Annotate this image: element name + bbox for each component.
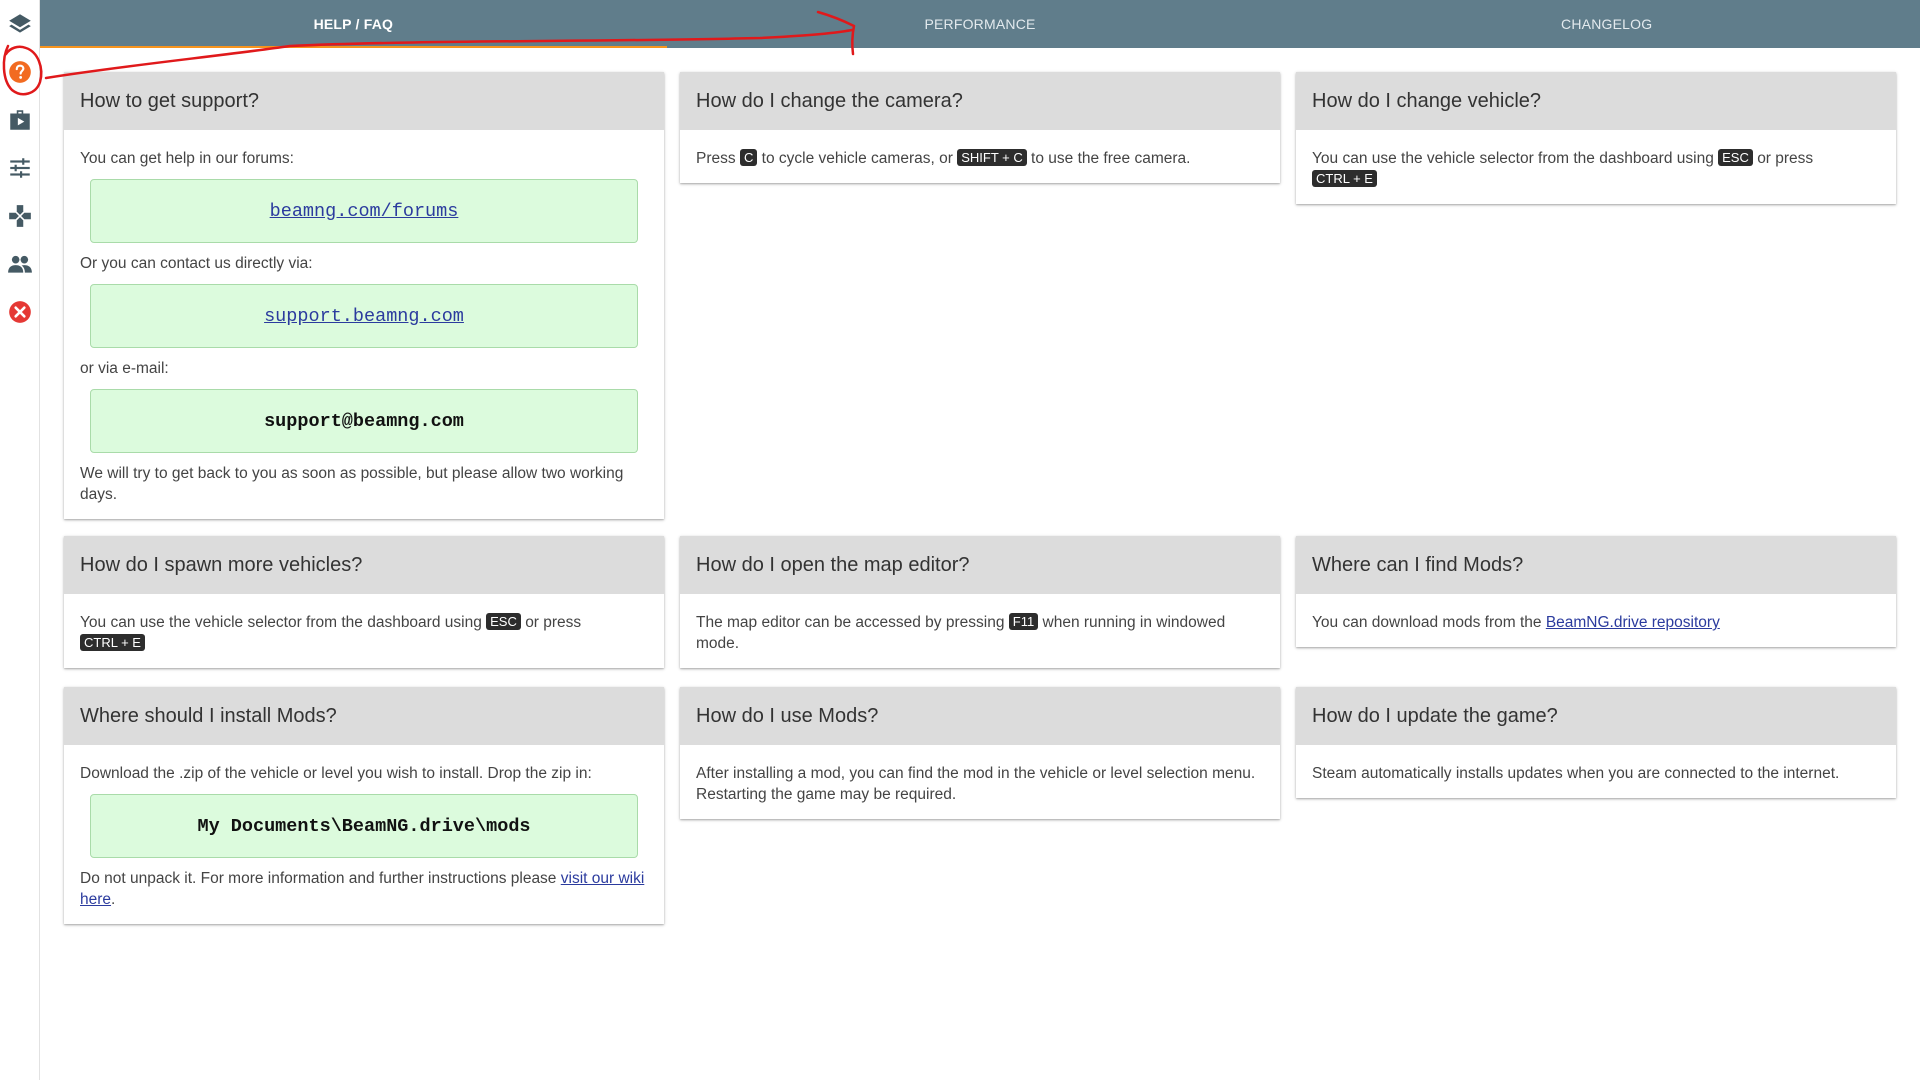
card-body: You can get help in our forums: beamng.c… xyxy=(64,130,664,519)
tab-changelog[interactable]: CHANGELOG xyxy=(1293,0,1920,48)
key-esc: ESC xyxy=(1718,149,1753,166)
repository-link[interactable]: BeamNG.drive repository xyxy=(1546,614,1720,631)
card-body: Press C to cycle vehicle cameras, or SHI… xyxy=(680,130,1280,183)
sidebar-play-button[interactable] xyxy=(4,104,36,136)
camera-text-part: to use the free camera. xyxy=(1031,150,1191,167)
support-footer-text: We will try to get back to you as soon a… xyxy=(80,465,624,503)
findmods-text: You can download mods from the BeamNG.dr… xyxy=(1312,612,1880,633)
install-footer-text: Do not unpack it. For more information a… xyxy=(80,868,648,910)
card-body: You can use the vehicle selector from th… xyxy=(1296,130,1896,204)
sidebar-social-button[interactable] xyxy=(4,248,36,280)
card-map-editor: How do I open the map editor? The map ed… xyxy=(680,536,1280,668)
card-title: How do I use Mods? xyxy=(680,687,1280,745)
key-esc: ESC xyxy=(486,613,521,630)
app-root: HELP / FAQ PERFORMANCE CHANGELOG How to … xyxy=(0,0,1920,1080)
usemods-text: After installing a mod, you can find the… xyxy=(696,765,1256,803)
update-text: Steam automatically installs updates whe… xyxy=(1312,765,1840,782)
card-update-game: How do I update the game? Steam automati… xyxy=(1296,687,1896,798)
help-icon xyxy=(9,61,31,83)
install-footer-part: . xyxy=(111,891,116,908)
editor-text: The map editor can be accessed by pressi… xyxy=(696,612,1264,654)
support-email-box: support@beamng.com xyxy=(90,389,638,453)
support-contact-text: Or you can contact us directly via: xyxy=(80,255,313,272)
vehicle-text-part: or press xyxy=(1757,150,1814,167)
tab-help-faq[interactable]: HELP / FAQ xyxy=(40,0,667,48)
mods-path: My Documents\BeamNG.drive\mods xyxy=(197,815,531,837)
card-install-mods: Where should I install Mods? Download th… xyxy=(64,687,664,924)
support-site-link[interactable]: support.beamng.com xyxy=(264,306,464,327)
forums-link-box: beamng.com/forums xyxy=(90,179,638,243)
key-ctrl-e: CTRL + E xyxy=(1312,170,1377,187)
card-body: The map editor can be accessed by pressi… xyxy=(680,594,1280,668)
card-body: You can use the vehicle selector from th… xyxy=(64,594,664,668)
card-find-mods: Where can I find Mods? You can download … xyxy=(1296,536,1896,647)
support-intro-text: You can get help in our forums: xyxy=(80,150,294,167)
people-icon xyxy=(8,255,32,273)
sidebar-exit-button[interactable] xyxy=(4,296,36,328)
gamepad-icon xyxy=(9,205,31,227)
card-body: Download the .zip of the vehicle or leve… xyxy=(64,745,664,924)
layers-icon xyxy=(9,14,31,33)
findmods-text-part: You can download mods from the xyxy=(1312,614,1542,631)
key-f11: F11 xyxy=(1008,613,1039,630)
install-text: Download the .zip of the vehicle or leve… xyxy=(80,765,592,782)
card-title: How do I change vehicle? xyxy=(1296,72,1896,130)
card-get-support: How to get support? You can get help in … xyxy=(64,72,664,519)
sidebar-layers-button[interactable] xyxy=(4,8,36,40)
key-c: C xyxy=(739,149,758,166)
camera-text: Press C to cycle vehicle cameras, or SHI… xyxy=(696,148,1264,169)
tab-performance[interactable]: PERFORMANCE xyxy=(667,0,1294,48)
card-body: After installing a mod, you can find the… xyxy=(680,745,1280,819)
card-title: How do I change the camera? xyxy=(680,72,1280,130)
mods-path-box: My Documents\BeamNG.drive\mods xyxy=(90,794,638,858)
sidebar-help-button[interactable] xyxy=(4,56,36,88)
spawn-text-part: You can use the vehicle selector from th… xyxy=(80,614,482,631)
card-use-mods: How do I use Mods? After installing a mo… xyxy=(680,687,1280,819)
card-spawn-vehicles: How do I spawn more vehicles? You can us… xyxy=(64,536,664,668)
card-title: Where should I install Mods? xyxy=(64,687,664,745)
spawn-text-part: or press xyxy=(525,614,582,631)
key-ctrl-e: CTRL + E xyxy=(80,634,145,651)
vehicle-text-part: You can use the vehicle selector from th… xyxy=(1312,150,1714,167)
vehicle-text: You can use the vehicle selector from th… xyxy=(1312,148,1880,190)
card-body: You can download mods from the BeamNG.dr… xyxy=(1296,594,1896,647)
install-footer-part: Do not unpack it. For more information a… xyxy=(80,870,557,887)
card-body: Steam automatically installs updates whe… xyxy=(1296,745,1896,798)
card-change-camera: How do I change the camera? Press C to c… xyxy=(680,72,1280,183)
card-title: How to get support? xyxy=(64,72,664,130)
card-title: How do I open the map editor? xyxy=(680,536,1280,594)
play-icon xyxy=(10,110,30,130)
card-title: Where can I find Mods? xyxy=(1296,536,1896,594)
forums-link[interactable]: beamng.com/forums xyxy=(270,201,459,222)
card-change-vehicle: How do I change vehicle? You can use the… xyxy=(1296,72,1896,204)
sidebar-settings-button[interactable] xyxy=(4,152,36,184)
support-site-link-box: support.beamng.com xyxy=(90,284,638,348)
camera-text-part: to cycle vehicle cameras, or xyxy=(761,150,953,167)
settings-sliders-icon xyxy=(10,158,30,178)
support-email-text: or via e-mail: xyxy=(80,360,169,377)
card-title: How do I spawn more vehicles? xyxy=(64,536,664,594)
spawn-text: You can use the vehicle selector from th… xyxy=(80,612,648,654)
sidebar-controls-button[interactable] xyxy=(4,200,36,232)
camera-text-part: Press xyxy=(696,150,736,167)
card-title: How do I update the game? xyxy=(1296,687,1896,745)
sidebar xyxy=(0,0,40,1080)
support-email: support@beamng.com xyxy=(264,410,464,432)
editor-text-part: The map editor can be accessed by pressi… xyxy=(696,614,1005,631)
top-tab-bar: HELP / FAQ PERFORMANCE CHANGELOG xyxy=(40,0,1920,48)
key-shift-c: SHIFT + C xyxy=(957,149,1027,166)
close-icon xyxy=(9,301,31,323)
